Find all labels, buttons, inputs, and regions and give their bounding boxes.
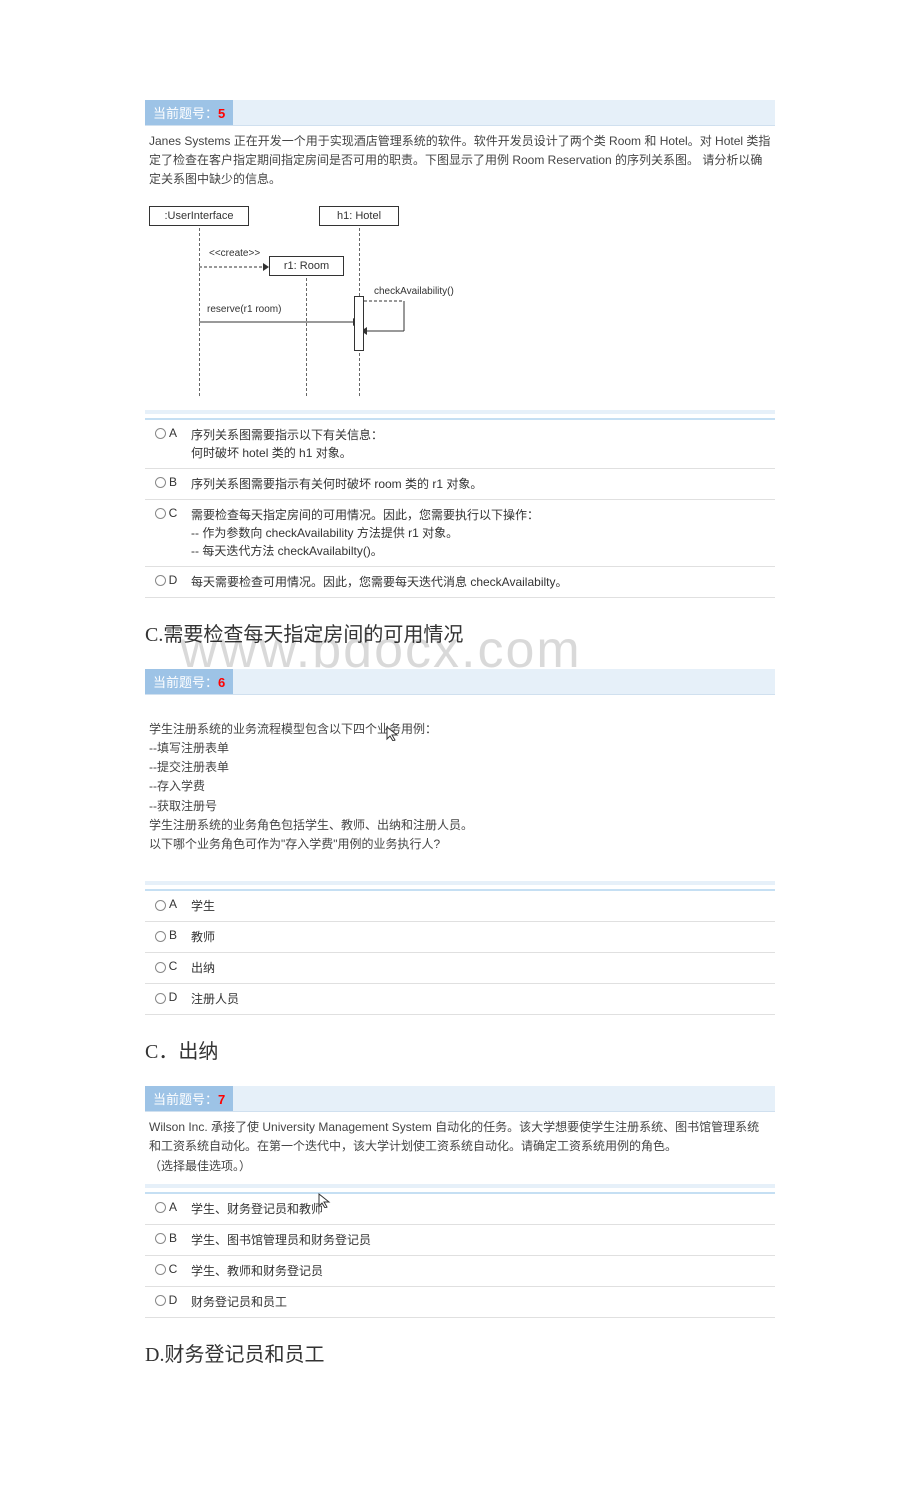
radio-5b[interactable] [155,477,166,488]
option-letter: B [169,475,177,489]
table-row: B 教师 [145,922,775,953]
question-7-stem: Wilson Inc. 承接了使 University Management S… [145,1112,775,1184]
header-number: 7 [218,1092,225,1107]
label-create: <<create>> [209,248,260,259]
arrow-create [199,261,269,273]
option-letter: B [169,928,177,942]
table-row: C 需要检查每天指定房间的可用情况。因此，您需要执行以下操作： -- 作为参数向… [145,499,775,566]
option-5c-text: 需要检查每天指定房间的可用情况。因此，您需要执行以下操作： -- 作为参数向 c… [187,499,775,566]
header-label: 当前题号： [153,106,218,121]
radio-7c[interactable] [155,1264,166,1275]
question-5-block: 当前题号：5 Janes Systems 正在开发一个用于实现酒店管理系统的软件… [145,100,775,598]
option-letter: D [169,573,178,587]
answer-7: D.财务登记员和员工 [145,1338,775,1367]
option-6b-text: 教师 [187,922,775,953]
radio-5a[interactable] [155,428,166,439]
cursor-icon [317,1192,331,1208]
option-letter: D [169,990,178,1004]
table-row: D 每天需要检查可用情况。因此，您需要每天迭代消息 checkAvailabil… [145,566,775,597]
question-7-options: A 学生、财务登记员和教师 B 学生、图书馆管理员和财务登记员 C 学生、教师和… [145,1192,775,1318]
header-number: 5 [218,106,225,121]
table-row: B 学生、图书馆管理员和财务登记员 [145,1224,775,1255]
option-5b-text: 序列关系图需要指示有关何时破坏 room 类的 r1 对象。 [187,468,775,499]
table-row: A 学生 [145,890,775,922]
table-row: B 序列关系图需要指示有关何时破坏 room 类的 r1 对象。 [145,468,775,499]
option-letter: D [169,1293,178,1307]
question-6-block: 当前题号：6 学生注册系统的业务流程模型包含以下四个业务用例： --填写注册表单… [145,669,775,1016]
diagram-object-room: r1: Room [269,256,344,276]
table-row: C 学生、教师和财务登记员 [145,1255,775,1286]
sequence-diagram: :UserInterface h1: Hotel r1: Room <<crea… [145,198,775,410]
question-5-header: 当前题号：5 [145,100,233,125]
table-row: C 出纳 [145,953,775,984]
diagram-object-userinterface: :UserInterface [149,206,249,226]
option-6d-text: 注册人员 [187,984,775,1015]
table-row: A 序列关系图需要指示以下有关信息： 何时破坏 hotel 类的 h1 对象。 [145,419,775,469]
option-letter: A [169,1200,177,1214]
option-6a-text: 学生 [187,890,775,922]
label-reserve: reserve(r1 room) [207,304,281,315]
option-5a-text: 序列关系图需要指示以下有关信息： 何时破坏 hotel 类的 h1 对象。 [187,419,775,469]
radio-5d[interactable] [155,575,166,586]
header-label: 当前题号： [153,675,218,690]
option-letter: C [169,1262,178,1276]
question-7-block: 当前题号：7 Wilson Inc. 承接了使 University Manag… [145,1086,775,1318]
question-5-stem: Janes Systems 正在开发一个用于实现酒店管理系统的软件。软件开发员设… [145,126,775,198]
question-6-stem: 学生注册系统的业务流程模型包含以下四个业务用例： --填写注册表单 --提交注册… [145,695,775,882]
header-number: 6 [218,675,225,690]
arrow-reserve [199,316,359,328]
radio-6a[interactable] [155,900,166,911]
activation-bar [354,296,364,351]
cursor-icon [385,725,399,741]
option-7a-text: 学生、财务登记员和教师 [187,1193,775,1225]
question-7-header: 当前题号：7 [145,1086,233,1111]
radio-6c[interactable] [155,962,166,973]
diagram-object-hotel: h1: Hotel [319,206,399,226]
answer-5: C.需要检查每天指定房间的可用情况 [145,618,775,647]
question-5-options: A 序列关系图需要指示以下有关信息： 何时破坏 hotel 类的 h1 对象。 … [145,418,775,598]
option-letter: B [169,1231,177,1245]
option-letter: C [169,506,178,520]
radio-6d[interactable] [155,993,166,1004]
radio-6b[interactable] [155,931,166,942]
option-letter: A [169,897,177,911]
option-5d-text: 每天需要检查可用情况。因此，您需要每天迭代消息 checkAvailabilty… [187,566,775,597]
option-6c-text: 出纳 [187,953,775,984]
option-7c-text: 学生、教师和财务登记员 [187,1255,775,1286]
table-row: A 学生、财务登记员和教师 [145,1193,775,1225]
option-letter: C [169,959,178,973]
question-6-options: A 学生 B 教师 C 出纳 D 注册人员 [145,889,775,1015]
answer-6: C．出纳 [145,1035,775,1064]
radio-5c[interactable] [155,508,166,519]
table-row: D 注册人员 [145,984,775,1015]
question-6-header: 当前题号：6 [145,669,233,694]
radio-7b[interactable] [155,1233,166,1244]
radio-7d[interactable] [155,1295,166,1306]
radio-7a[interactable] [155,1202,166,1213]
self-call-icon [359,296,419,346]
header-label: 当前题号： [153,1092,218,1107]
option-letter: A [169,426,177,440]
option-7b-text: 学生、图书馆管理员和财务登记员 [187,1224,775,1255]
